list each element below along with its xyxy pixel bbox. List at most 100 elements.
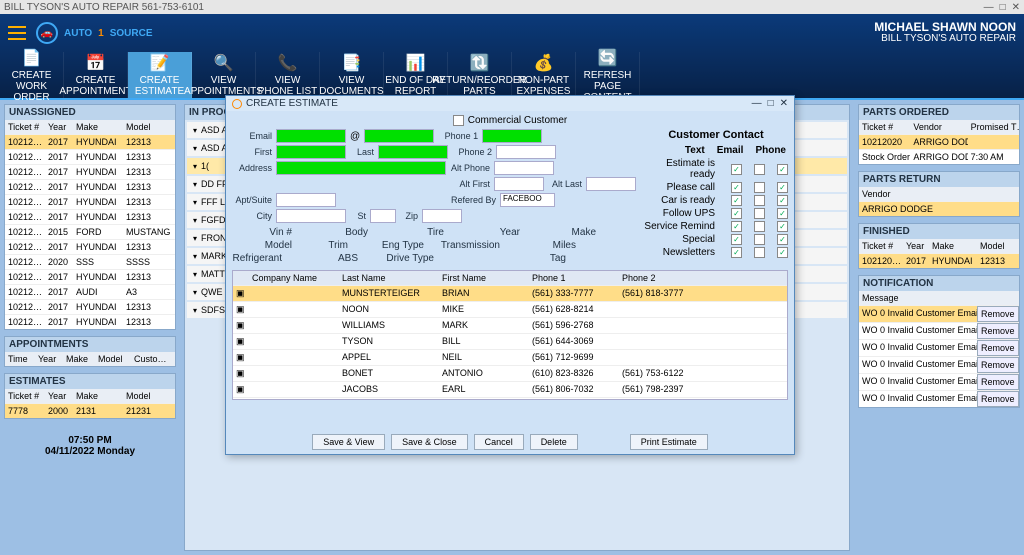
table-row[interactable]: 10212…2017HYUNDAI12313 [5,299,175,314]
table-row[interactable]: WO 0 Invalid Customer EmailRemove [859,356,1019,373]
commercial-checkbox[interactable] [453,115,464,126]
phone-checkbox[interactable]: ✓ [777,208,788,219]
table-row[interactable]: ▣BONETANTONIO(610) 823-8326(561) 753-612… [233,365,787,381]
toolbar-button[interactable]: 📑VIEW DOCUMENTS [320,52,384,98]
header: 🚗 AUTO 1 SOURCE MICHAEL SHAWN NOON BILL … [0,14,1024,52]
table-row[interactable]: WO 0 Invalid Customer EmailRemove [859,322,1019,339]
toolbar-button[interactable]: 📅CREATE APPOINTMENT [64,52,128,98]
min-icon[interactable]: — [984,2,994,13]
table-row[interactable]: ARRIGO DODGE [859,201,1019,216]
table-row[interactable]: 10212…2017HYUNDAI12313 [5,164,175,179]
contacts-grid[interactable]: Company NameLast NameFirst NamePhone 1Ph… [232,270,788,400]
phone-checkbox[interactable]: ✓ [777,182,788,193]
email-checkbox[interactable] [754,208,765,219]
table-row[interactable]: WO 0 Invalid Customer EmailRemove [859,373,1019,390]
text-checkbox[interactable]: ✓ [731,182,742,193]
phone-checkbox[interactable]: ✓ [777,195,788,206]
text-checkbox[interactable]: ✓ [731,208,742,219]
toolbar-button[interactable]: 📞VIEW PHONE LIST [256,52,320,98]
table-row[interactable]: 10212…2015FORDMUSTANG [5,224,175,239]
table-row[interactable]: ▣WILLIAMSMARK(561) 596-2768 [233,317,787,333]
delete-button[interactable]: Delete [530,434,578,450]
email-field[interactable] [276,129,346,143]
email-checkbox[interactable] [754,195,765,206]
text-checkbox[interactable]: ✓ [731,221,742,232]
table-row[interactable]: Stock OrderARRIGO DOD…7:30 AM [859,149,1019,164]
toolbar-button[interactable]: 🔄REFRESH PAGE CONTENT [576,52,640,98]
max-icon[interactable]: □ [768,98,774,109]
table-row[interactable]: ▣NOONMIKE(561) 628-8214 [233,301,787,317]
phone2-field[interactable] [496,145,556,159]
remove-button[interactable]: Remove [977,323,1019,339]
address-field[interactable] [276,161,446,175]
phone1-field[interactable] [482,129,542,143]
table-row[interactable]: 10212…2017HYUNDAI12313 [5,314,175,329]
phone-checkbox[interactable]: ✓ [777,164,788,175]
save-view-button[interactable]: Save & View [312,434,385,450]
table-row[interactable]: ▣MUNSTERTEIGERBRIAN(561) 333-7777(561) 8… [233,285,787,301]
zip-field[interactable] [422,209,462,223]
text-checkbox[interactable]: ✓ [731,247,742,258]
table-row[interactable]: WO 0 Invalid Customer EmailRemove [859,305,1019,322]
table-row[interactable]: 77782000213121231 [5,403,175,418]
email-checkbox[interactable] [754,221,765,232]
apt-field[interactable] [276,193,336,207]
menu-icon[interactable] [8,26,26,40]
email-checkbox[interactable] [754,164,765,175]
toolbar-button[interactable]: 📄CREATE WORK ORDER [0,52,64,98]
cancel-button[interactable]: Cancel [474,434,524,450]
referedby-select[interactable]: FACEBOO [500,193,555,207]
email-domain-field[interactable] [364,129,434,143]
table-row[interactable]: 10212020ARRIGO DOD… [859,134,1019,149]
altfirst-field[interactable] [494,177,544,191]
altlast-field[interactable] [586,177,636,191]
remove-button[interactable]: Remove [977,391,1019,407]
city-field[interactable] [276,209,346,223]
first-field[interactable] [276,145,346,159]
close-icon[interactable]: ✕ [1012,2,1020,13]
table-row[interactable]: 10212…2017HYUNDAI12313 [5,149,175,164]
email-checkbox[interactable] [754,234,765,245]
print-estimate-button[interactable]: Print Estimate [630,434,708,450]
table-row[interactable]: ▣JACOBSEARL(561) 806-7032(561) 798-2397 [233,381,787,397]
remove-button[interactable]: Remove [977,374,1019,390]
remove-button[interactable]: Remove [977,357,1019,373]
table-row[interactable]: ▣SCHNEEBERGERANN(561) 723-2429 [233,397,787,400]
email-checkbox[interactable] [754,182,765,193]
table-row[interactable]: 10212…2017HYUNDAI12313 [5,269,175,284]
min-icon[interactable]: — [752,98,762,109]
st-field[interactable] [370,209,396,223]
email-checkbox[interactable] [754,247,765,258]
text-checkbox[interactable]: ✓ [731,234,742,245]
altphone-field[interactable] [494,161,554,175]
save-close-button[interactable]: Save & Close [391,434,468,450]
table-row[interactable]: 10212…2017HYUNDAI12313 [5,179,175,194]
table-row[interactable]: 10212…2017HYUNDAI12313 [5,134,175,149]
table-row[interactable]: 10212…2017HYUNDAI12313 [5,239,175,254]
table-row[interactable]: 102120…2017HYUNDAI12313 [859,253,1019,268]
toolbar-button[interactable]: 🔃RETURN/REORDER PARTS [448,52,512,98]
table-row[interactable]: WO 0 Invalid Customer EmailRemove [859,390,1019,407]
remove-button[interactable]: Remove [977,340,1019,356]
text-checkbox[interactable]: ✓ [731,195,742,206]
table-row[interactable]: ▣APPELNEIL(561) 712-9699 [233,349,787,365]
phone-checkbox[interactable]: ✓ [777,234,788,245]
toolbar-button[interactable]: 🔍VIEW APPOINTMENTS [192,52,256,98]
max-icon[interactable]: □ [1000,2,1006,13]
notification-panel: NOTIFICATIONMessageWO 0 Invalid Customer… [858,275,1020,408]
table-row[interactable]: 10212…2017HYUNDAI12313 [5,194,175,209]
table-row[interactable]: 10212…2017HYUNDAI12313 [5,209,175,224]
table-row[interactable]: WO 0 Invalid Customer EmailRemove [859,339,1019,356]
phone-checkbox[interactable]: ✓ [777,247,788,258]
table-row[interactable]: ▣TYSONBILL(561) 644-3069 [233,333,787,349]
dialog-titlebar: CREATE ESTIMATE —□✕ [226,96,794,111]
text-checkbox[interactable]: ✓ [731,164,742,175]
toolbar-button[interactable]: 📝CREATE ESTIMATE [128,52,192,98]
table-row[interactable]: 10212…2020SSSSSSS [5,254,175,269]
remove-button[interactable]: Remove [977,306,1019,322]
table-row[interactable]: 10212…2017AUDIA3 [5,284,175,299]
last-field[interactable] [378,145,448,159]
toolbar-button[interactable]: 💰NON-PART EXPENSES [512,52,576,98]
close-icon[interactable]: ✕ [780,98,788,109]
phone-checkbox[interactable]: ✓ [777,221,788,232]
